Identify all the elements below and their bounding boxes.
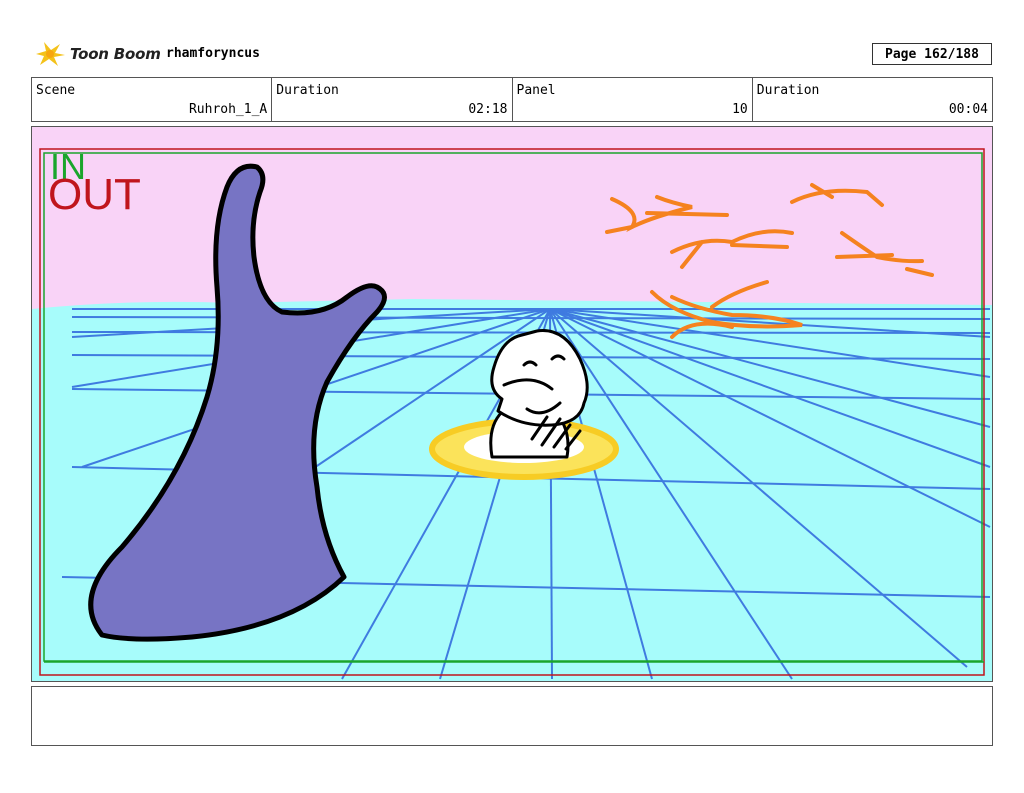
scene-cell: Scene Ruhroh_1_A [32, 78, 273, 121]
out-label: OUT [48, 170, 141, 219]
panel-duration-value: 00:04 [948, 102, 988, 117]
scene-label: Scene [36, 83, 76, 98]
storyboard-panel: IN OUT [31, 126, 993, 682]
character [489, 329, 589, 459]
panel-cell: Panel 10 [513, 78, 753, 121]
sky [32, 127, 992, 312]
scene-duration-value: 02:18 [468, 102, 508, 117]
storyboard-info-row: Scene Ruhroh_1_A Duration 02:18 Panel 10… [31, 77, 993, 122]
toon-boom-star-icon [36, 42, 65, 66]
brand-name: Toon Boom [70, 45, 161, 63]
panel-duration-label: Duration [756, 83, 820, 98]
panel-label: Panel [516, 83, 556, 98]
notes-box [31, 686, 993, 746]
panel-value: 10 [732, 102, 748, 117]
scene-duration-label: Duration [276, 83, 339, 98]
toon-boom-logo: Toon Boom [34, 38, 161, 70]
panel-drawing: IN OUT [32, 127, 992, 681]
project-name: rhamforyncus [166, 46, 260, 61]
scene-duration-cell: Duration 02:18 [272, 78, 513, 121]
page-counter: Page 162/188 [872, 43, 992, 65]
scene-value: Ruhroh_1_A [188, 102, 268, 117]
panel-duration-cell: Duration 00:04 [753, 78, 992, 121]
